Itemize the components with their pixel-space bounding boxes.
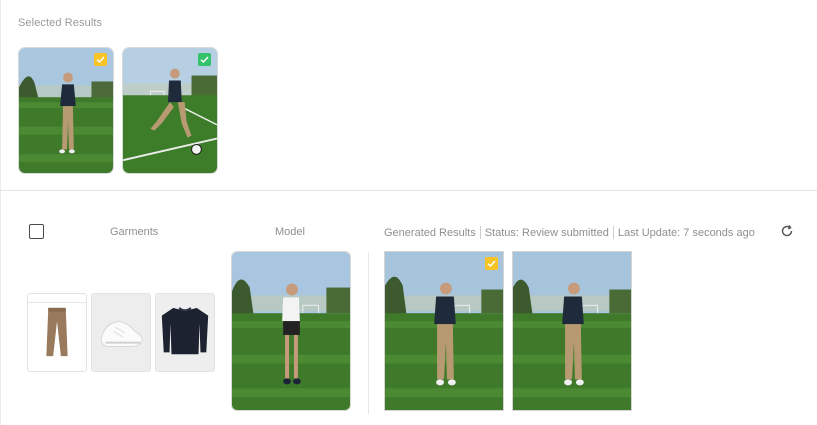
green-check-badge-icon: [198, 53, 211, 66]
boy-standing-photo: [19, 48, 113, 173]
generated-result-1[interactable]: [384, 251, 504, 411]
header-separator: [479, 226, 481, 239]
left-border: [0, 0, 1, 425]
generated-boy-photo-1: [385, 252, 503, 410]
garment-sweater-thumbnail[interactable]: [155, 293, 215, 372]
model-photo-thumbnail[interactable]: [231, 251, 351, 411]
generated-result-2[interactable]: [512, 251, 632, 411]
selected-results-title: Selected Results: [18, 17, 103, 29]
last-update-text: Last Update: 7 seconds ago: [617, 226, 755, 239]
model-column-header: Model: [275, 226, 305, 238]
yellow-check-badge-icon: [94, 53, 107, 66]
refresh-icon[interactable]: [780, 224, 794, 238]
generated-results-header: Generated Results Status: Review submitt…: [384, 226, 755, 239]
garment-trousers-thumbnail[interactable]: [27, 293, 87, 372]
garments-column-header: Garments: [110, 226, 159, 238]
yellow-check-badge-icon: [485, 257, 498, 270]
select-all-checkbox[interactable]: [29, 224, 44, 239]
garment-sneakers-thumbnail[interactable]: [91, 293, 151, 372]
selected-result-1[interactable]: [18, 47, 114, 174]
header-separator: [612, 226, 614, 239]
sweater-image: [156, 294, 214, 371]
generated-boy-photo-2: [513, 252, 631, 410]
column-separator: [368, 252, 369, 414]
boy-kicking-ball-photo: [123, 48, 217, 173]
model-boy-photo: [232, 252, 350, 410]
generated-results-label: Generated Results: [384, 226, 476, 239]
status-text: Status: Review submitted: [484, 226, 609, 239]
sneakers-image: [92, 294, 150, 371]
trousers-image: [28, 294, 86, 371]
section-divider: [0, 190, 817, 191]
selected-result-2[interactable]: [122, 47, 218, 174]
